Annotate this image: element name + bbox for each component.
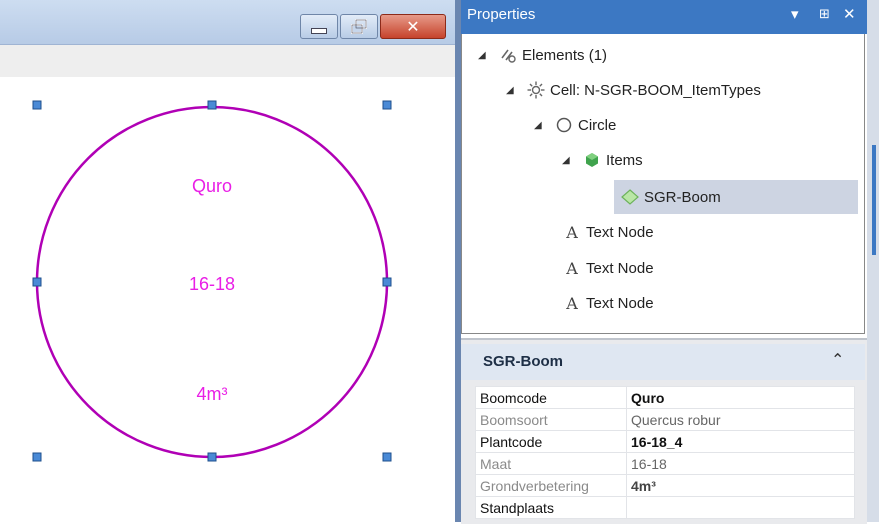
text-node-icon: A <box>566 293 578 313</box>
tree-label: Text Node <box>586 259 654 277</box>
properties-section: SGR-Boom ⌃ Boomcode Quro Boomsoort Querc… <box>461 338 867 524</box>
dropdown-arrow-icon[interactable]: ▾ <box>791 5 799 23</box>
selection-handle-bottom-right[interactable] <box>382 452 392 462</box>
tree-node-items[interactable]: ◢ Items <box>562 145 643 175</box>
property-row[interactable]: Boomcode Quro <box>475 386 855 409</box>
property-key: Maat <box>475 452 627 475</box>
tree-label: Elements (1) <box>522 46 608 64</box>
selection-handle-middle-left[interactable] <box>32 277 42 287</box>
panel-scrollbar-thumb[interactable] <box>872 145 876 255</box>
collapse-chevron-icon[interactable]: ⌃ <box>831 350 844 369</box>
tree-node-cell[interactable]: ◢ Cell: N-SGR-BOOM_ItemTypes <box>506 75 761 105</box>
text-node-icon: A <box>566 258 578 278</box>
expand-triangle-icon[interactable]: ◢ <box>506 85 526 96</box>
text-node-icon: A <box>566 222 578 242</box>
tree-label: Text Node <box>586 294 654 312</box>
elements-icon <box>498 46 518 64</box>
property-row[interactable]: Standplaats <box>475 496 855 519</box>
properties-panel: Properties ▾ ⊞ ✕ ◢ Elements (1) ◢ Cell: … <box>461 0 879 524</box>
tree-label: Cell: N-SGR-BOOM_ItemTypes <box>550 81 761 99</box>
tree-label: Text Node <box>586 223 654 241</box>
tree-label: SGR-Boom <box>644 188 721 206</box>
property-value[interactable]: 4m³ <box>626 474 855 497</box>
drawing-window: ✕ Quro 16-18 4m³ <box>0 0 455 522</box>
property-key: Boomcode <box>475 386 627 409</box>
selection-handle-top-left[interactable] <box>32 100 42 110</box>
property-row[interactable]: Boomsoort Quercus robur <box>475 408 855 431</box>
pin-icon[interactable]: ⊞ <box>819 7 830 22</box>
property-key: Boomsoort <box>475 408 627 431</box>
property-key: Standplaats <box>475 496 627 519</box>
selection-handle-top-right[interactable] <box>382 100 392 110</box>
panel-close-icon[interactable]: ✕ <box>843 5 856 23</box>
cell-icon <box>526 81 546 99</box>
tree-node-text[interactable]: A Text Node <box>562 217 654 247</box>
items-icon <box>582 151 602 169</box>
tree-node-elements[interactable]: ◢ Elements (1) <box>478 40 607 70</box>
tree-node-circle[interactable]: ◢ Circle <box>534 110 616 140</box>
element-tree: ◢ Elements (1) ◢ Cell: N-SGR-BOOM_ItemTy… <box>461 34 865 334</box>
tree-node-text[interactable]: A Text Node <box>562 253 654 283</box>
property-value[interactable]: Quro <box>626 386 855 409</box>
expand-triangle-icon[interactable]: ◢ <box>534 120 554 131</box>
drawing-canvas[interactable]: Quro 16-18 4m³ <box>0 0 455 522</box>
property-row[interactable]: Plantcode 16-18_4 <box>475 430 855 453</box>
selection-handle-bottom-left[interactable] <box>32 452 42 462</box>
tree-label: Circle <box>578 116 617 134</box>
property-value[interactable]: Quercus robur <box>626 408 855 431</box>
label-volume: 4m³ <box>197 384 228 404</box>
circle-icon <box>554 116 574 134</box>
label-size: 16-18 <box>189 274 235 294</box>
property-key: Plantcode <box>475 430 627 453</box>
expand-triangle-icon[interactable]: ◢ <box>562 155 582 166</box>
section-title: SGR-Boom <box>483 353 563 370</box>
expand-triangle-icon[interactable]: ◢ <box>478 50 498 61</box>
property-value[interactable]: 16-18 <box>626 452 855 475</box>
selection-handle-top-center[interactable] <box>207 100 217 110</box>
property-row[interactable]: Maat 16-18 <box>475 452 855 475</box>
property-key: Grondverbetering <box>475 474 627 497</box>
section-header[interactable]: SGR-Boom ⌃ <box>461 344 865 380</box>
tree-node-text[interactable]: A Text Node <box>562 288 654 318</box>
property-row[interactable]: Grondverbetering 4m³ <box>475 474 855 497</box>
property-grid: Boomcode Quro Boomsoort Quercus robur Pl… <box>475 386 855 519</box>
selection-handle-bottom-center[interactable] <box>207 452 217 462</box>
property-value[interactable]: 16-18_4 <box>626 430 855 453</box>
tree-node-sgr-boom[interactable]: SGR-Boom <box>614 180 858 214</box>
property-value[interactable] <box>626 496 855 519</box>
tree-label: Items <box>606 151 643 169</box>
properties-titlebar: Properties ▾ ⊞ ✕ <box>461 0 867 34</box>
properties-title: Properties <box>467 6 536 23</box>
item-diamond-icon <box>620 187 640 207</box>
panel-scrollbar-track[interactable] <box>867 0 879 522</box>
label-quro: Quro <box>192 176 232 196</box>
selection-handle-middle-right[interactable] <box>382 277 392 287</box>
